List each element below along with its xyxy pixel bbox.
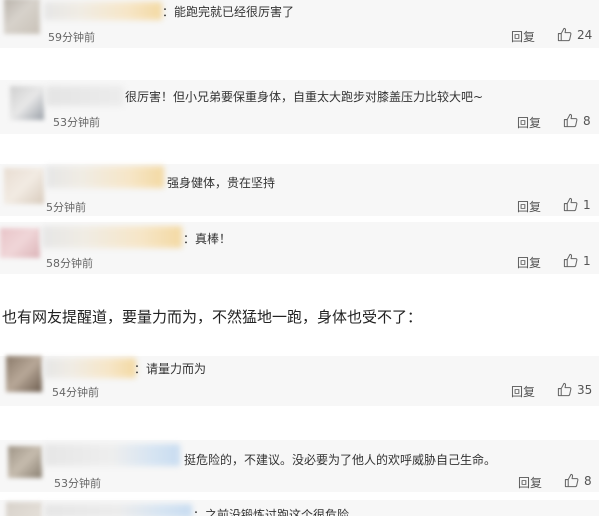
reply-button[interactable]: 回复 (518, 474, 542, 491)
thumbs-up-icon (563, 113, 578, 128)
comment-item: ：真棒！ 58分钟前 回复 1 (0, 222, 599, 274)
like-count: 1 (583, 253, 591, 268)
thumbs-up-icon (563, 253, 578, 268)
username-blurred[interactable] (46, 86, 124, 106)
comment-text: ：能跑完就已经很厉害了 (162, 5, 295, 19)
reply-button[interactable]: 回复 (517, 198, 541, 215)
like-button[interactable]: 1 (563, 253, 591, 268)
comment-time: 58分钟前 (46, 257, 93, 270)
reply-button[interactable]: 回复 (511, 28, 535, 45)
comment-item: ：之前没锻炼过跑这个很危险 (0, 500, 599, 516)
username-blurred[interactable] (44, 2, 162, 20)
avatar[interactable] (6, 356, 42, 392)
thumbs-up-icon (557, 27, 572, 42)
avatar[interactable] (8, 446, 42, 478)
like-count: 1 (583, 197, 591, 212)
comment-text: ：真棒！ (183, 232, 232, 246)
avatar[interactable] (6, 502, 42, 516)
like-button[interactable]: 8 (563, 113, 591, 128)
username-blurred[interactable] (46, 166, 164, 188)
comment-item: ：能跑完就已经很厉害了 59分钟前 回复 24 (0, 0, 599, 48)
avatar[interactable] (0, 228, 40, 258)
comment-time: 53分钟前 (53, 116, 100, 129)
reply-button[interactable]: 回复 (511, 383, 535, 400)
thumbs-up-icon (563, 197, 578, 212)
comment-item: 强身健体，贵在坚持 5分钟前 回复 1 (0, 164, 599, 216)
like-button[interactable]: 35 (557, 382, 592, 397)
like-button[interactable]: 8 (564, 473, 592, 488)
comment-time: 54分钟前 (52, 386, 99, 399)
like-count: 35 (577, 382, 593, 397)
avatar[interactable] (10, 86, 44, 120)
like-count: 8 (583, 113, 591, 128)
comment-item: 很厉害！但小兄弟要保重身体，自重太大跑步对膝盖压力比较大吧~ 53分钟前 回复 … (0, 80, 599, 134)
reply-button[interactable]: 回复 (517, 114, 541, 131)
comment-time: 59分钟前 (48, 31, 95, 44)
comment-text: ：请量力而为 (134, 362, 207, 376)
comment-text: ：之前没锻炼过跑这个很危险 (193, 508, 350, 516)
like-count: 24 (577, 27, 593, 42)
comment-text: 强身健体，贵在坚持 (167, 176, 276, 190)
reply-button[interactable]: 回复 (517, 254, 541, 271)
comment-text: 很厉害！但小兄弟要保重身体，自重太大跑步对膝盖压力比较大吧~ (125, 90, 484, 104)
comment-item: 挺危险的，不建议。没必要为了他人的欢呼威胁自己生命。 53分钟前 回复 8 (0, 440, 599, 492)
comment-time: 5分钟前 (46, 201, 86, 214)
comment-time: 53分钟前 (54, 477, 101, 490)
username-blurred[interactable] (42, 226, 182, 248)
thumbs-up-icon (564, 473, 579, 488)
comment-text: 挺危险的，不建议。没必要为了他人的欢呼威胁自己生命。 (184, 453, 497, 467)
article-paragraph: 也有网友提醒道，要量力而为，不然猛地一跑，身体也受不了： (2, 308, 423, 326)
screenshot-page: ：能跑完就已经很厉害了 59分钟前 回复 24 很厉害！但小兄弟要保重身体，自重… (0, 0, 599, 516)
username-blurred[interactable] (44, 358, 136, 378)
username-blurred[interactable] (44, 504, 192, 516)
thumbs-up-icon (557, 382, 572, 397)
avatar[interactable] (4, 168, 44, 204)
username-blurred[interactable] (44, 444, 180, 466)
avatar[interactable] (4, 0, 40, 34)
like-count: 8 (584, 473, 592, 488)
like-button[interactable]: 24 (557, 27, 592, 42)
like-button[interactable]: 1 (563, 197, 591, 212)
comment-item: ：请量力而为 54分钟前 回复 35 (0, 356, 599, 406)
